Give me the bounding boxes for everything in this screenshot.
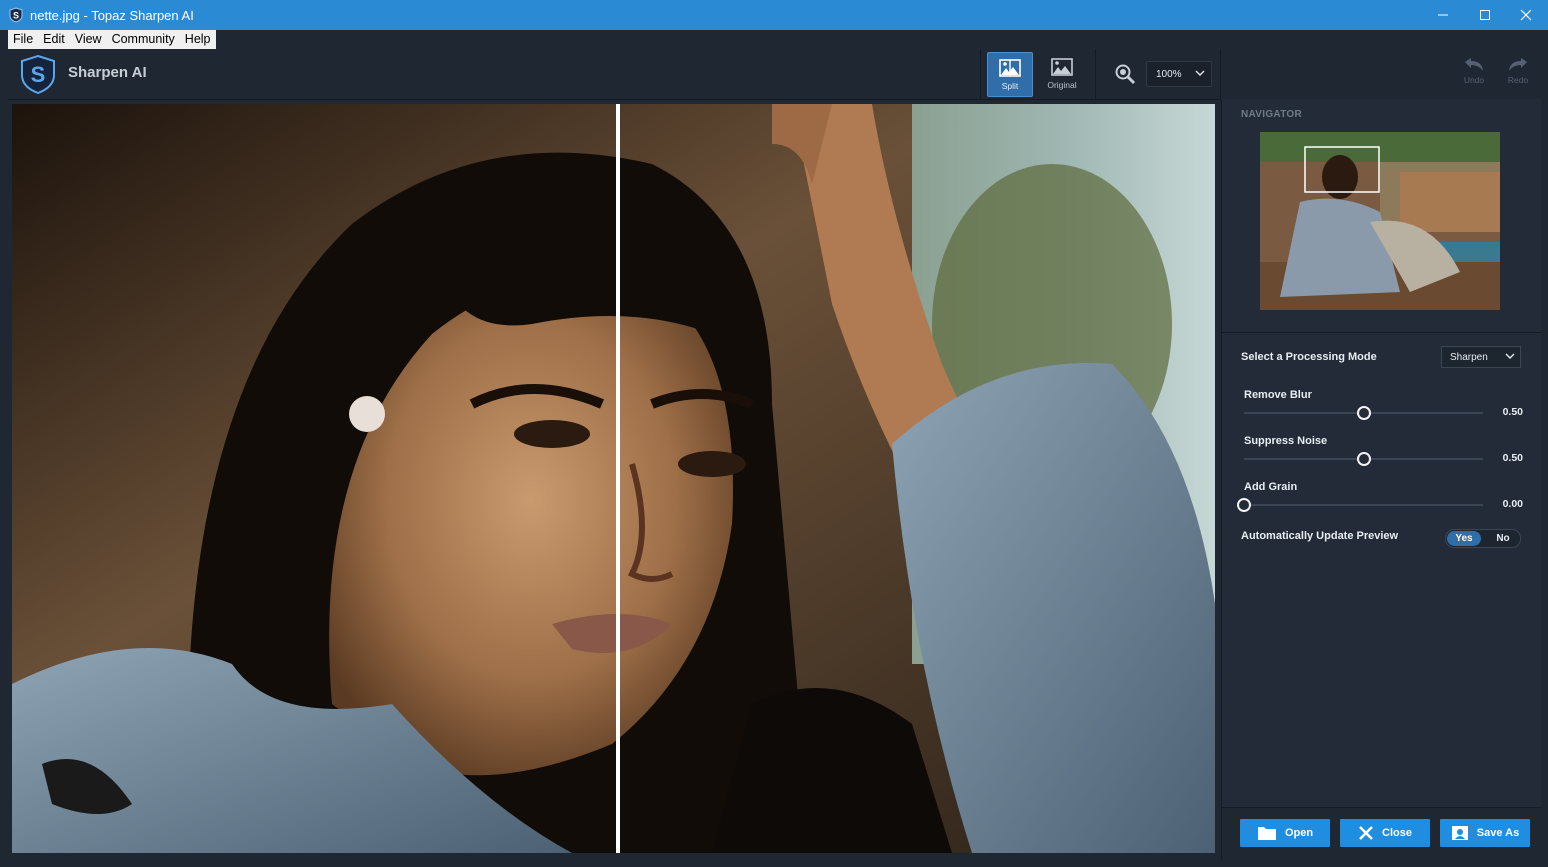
zoom-value: 100% (1156, 68, 1182, 80)
original-label: Original (1047, 79, 1077, 90)
folder-icon (1257, 827, 1276, 840)
remove-blur-value: 0.50 (1502, 406, 1523, 418)
action-bar: Open Close Save As (1222, 807, 1541, 860)
menu-view[interactable]: View (70, 30, 107, 49)
minimize-icon (1438, 14, 1448, 16)
auto-update-no[interactable]: No (1488, 531, 1518, 546)
toolbar-divider (980, 49, 981, 99)
suppress-noise-value: 0.50 (1502, 452, 1523, 464)
image-preview[interactable] (12, 104, 1215, 853)
toolbar-divider (1095, 49, 1096, 99)
processing-mode-label: Select a Processing Mode (1241, 351, 1377, 363)
auto-update-yes[interactable]: Yes (1447, 531, 1481, 546)
add-grain-slider[interactable] (1237, 498, 1483, 512)
redo-button[interactable]: Redo (1501, 57, 1535, 93)
split-label: Split (1001, 80, 1019, 91)
menu-help[interactable]: Help (180, 30, 216, 49)
suppress-noise-slider[interactable] (1244, 452, 1483, 466)
split-view-button[interactable]: Split (987, 52, 1033, 97)
remove-blur-slider[interactable] (1244, 406, 1483, 420)
app-name: Sharpen AI (68, 64, 147, 81)
svg-text:S: S (13, 11, 19, 21)
chevron-down-icon (1505, 353, 1515, 359)
save-as-label: Save As (1476, 827, 1520, 839)
zoom-icon[interactable] (1114, 63, 1136, 85)
maximize-icon (1480, 10, 1490, 20)
menu-community[interactable]: Community (107, 30, 180, 49)
undo-button[interactable]: Undo (1457, 57, 1491, 93)
window-title: nette.jpg - Topaz Sharpen AI (30, 7, 194, 23)
navigator-thumbnail[interactable] (1260, 132, 1500, 310)
close-button[interactable]: Close (1340, 819, 1430, 847)
remove-blur-thumb[interactable] (1356, 406, 1371, 420)
add-grain-value: 0.00 (1502, 498, 1523, 510)
sharpen-logo-icon: S (21, 54, 55, 94)
minimize-button[interactable] (1422, 0, 1464, 30)
navigator-title: NAVIGATOR (1241, 109, 1303, 120)
split-view-icon (999, 58, 1021, 77)
toolbar: S Sharpen AI Split Original 100% Undo Re… (8, 49, 1540, 100)
close-icon (1520, 9, 1532, 21)
menu-file[interactable]: File (8, 30, 38, 49)
maximize-button[interactable] (1464, 0, 1506, 30)
processing-mode-dropdown[interactable]: Sharpen (1441, 346, 1521, 368)
add-grain-label: Add Grain (1244, 481, 1298, 493)
redo-icon (1509, 58, 1527, 71)
remove-blur-label: Remove Blur (1244, 389, 1312, 401)
settings-panel: NAVIGATOR Select a Processing Mode Sharp… (1221, 99, 1541, 860)
open-button[interactable]: Open (1240, 819, 1330, 847)
auto-update-toggle[interactable]: Yes No (1445, 529, 1521, 548)
original-view-button[interactable]: Original (1040, 52, 1084, 95)
menu-bar: File Edit View Community Help (8, 30, 216, 49)
save-image-icon (1451, 826, 1468, 840)
save-as-button[interactable]: Save As (1440, 819, 1530, 847)
panel-divider (1222, 332, 1541, 333)
zoom-dropdown[interactable]: 100% (1146, 61, 1212, 87)
close-window-button[interactable] (1505, 0, 1547, 30)
portrait-photo (12, 104, 1215, 853)
add-grain-thumb[interactable] (1237, 498, 1251, 512)
topaz-app-icon: S (9, 7, 23, 23)
toolbar-divider (1220, 49, 1221, 99)
undo-icon (1465, 58, 1483, 71)
redo-label: Redo (1507, 75, 1529, 85)
split-divider-handle[interactable] (616, 104, 620, 853)
auto-update-label: Automatically Update Preview (1241, 530, 1399, 542)
menu-edit[interactable]: Edit (38, 30, 70, 49)
undo-label: Undo (1463, 75, 1485, 85)
processing-mode-value: Sharpen (1450, 351, 1488, 363)
chevron-down-icon (1195, 70, 1205, 76)
image-icon (1051, 57, 1073, 76)
close-label: Close (1382, 827, 1412, 839)
suppress-noise-thumb[interactable] (1356, 452, 1371, 466)
title-bar[interactable]: S nette.jpg - Topaz Sharpen AI (0, 0, 1548, 30)
app-window: S nette.jpg - Topaz Sharpen AI File Edit… (0, 0, 1548, 867)
svg-text:S: S (31, 62, 46, 87)
close-icon (1359, 826, 1373, 840)
open-label: Open (1284, 827, 1314, 839)
suppress-noise-label: Suppress Noise (1244, 435, 1328, 447)
